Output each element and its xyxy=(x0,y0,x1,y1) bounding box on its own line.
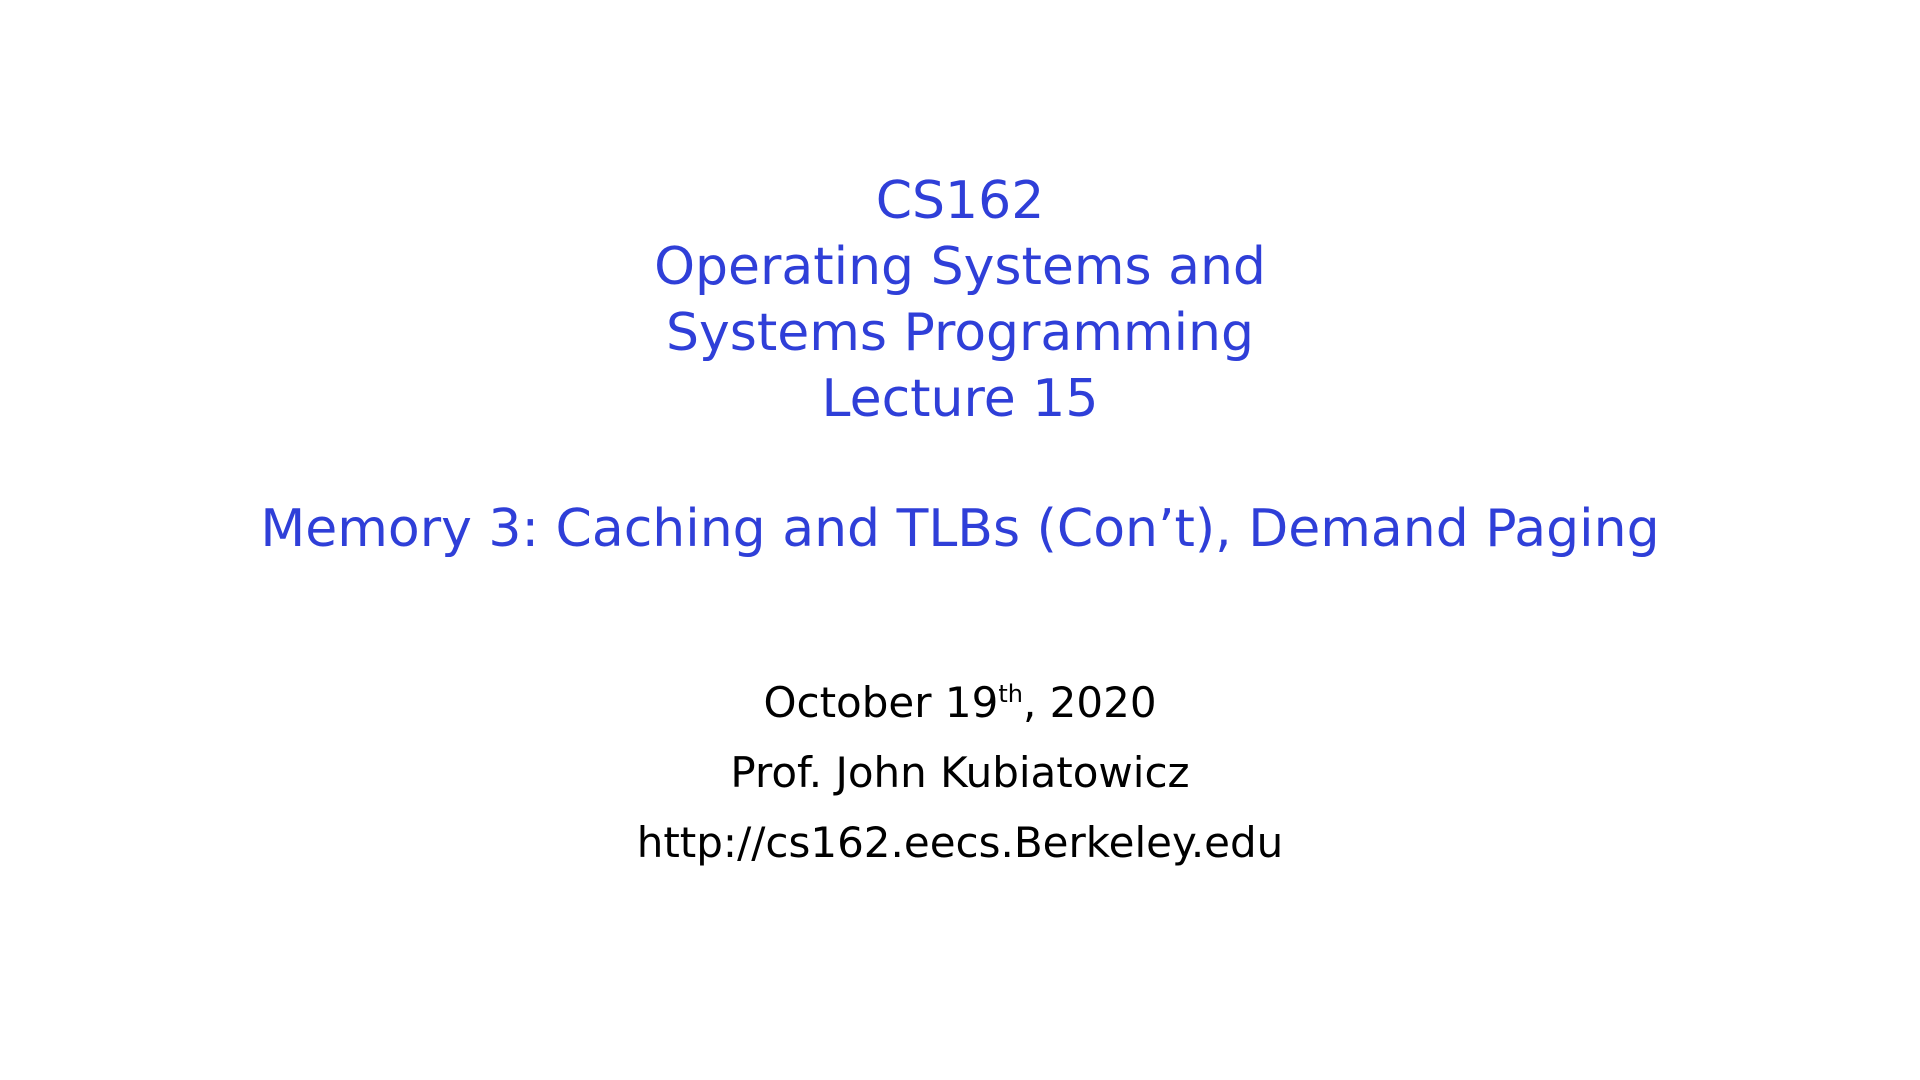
course-title-line1: Operating Systems and xyxy=(654,237,1266,297)
lecture-subtitle: Memory 3: Caching and TLBs (Con’t), Dema… xyxy=(260,499,1660,559)
date-suffix: th xyxy=(998,680,1023,708)
info-block: October 19th, 2020 Prof. John Kubiatowic… xyxy=(0,668,1920,878)
lecture-number: Lecture 15 xyxy=(821,369,1099,429)
course-code: CS162 xyxy=(875,171,1045,231)
course-url: http://cs162.eecs.Berkeley.edu xyxy=(636,818,1284,867)
date-year: , 2020 xyxy=(1022,678,1157,727)
date-main: October 19 xyxy=(763,678,999,727)
professor-name: Prof. John Kubiatowicz xyxy=(730,748,1190,797)
title-slide: CS162 Operating Systems and Systems Prog… xyxy=(0,0,1920,1080)
lecture-date: October 19th, 2020 xyxy=(0,668,1920,738)
title-block: CS162 Operating Systems and Systems Prog… xyxy=(0,168,1920,432)
course-title-line2: Systems Programming xyxy=(666,303,1254,363)
